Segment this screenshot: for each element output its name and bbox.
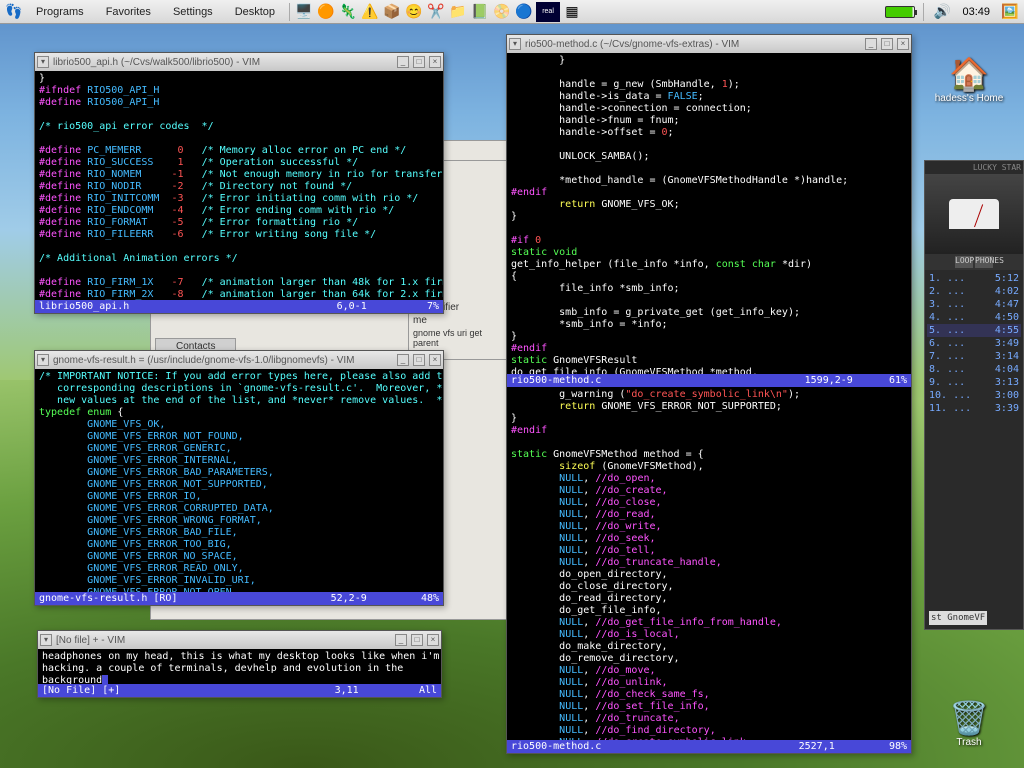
player-brand: LUCKY STAR <box>925 161 1023 174</box>
close-icon[interactable]: × <box>427 634 439 646</box>
close-icon[interactable]: × <box>897 38 909 50</box>
minimize-icon[interactable]: _ <box>865 38 877 50</box>
trash-icon[interactable]: 🗑️ Trash <box>934 699 1004 748</box>
playlist-row[interactable]: 5. ...4:55 <box>927 324 1021 337</box>
playlist-row[interactable]: 4. ...4:50 <box>927 311 1021 324</box>
vim-statusline: librio500_api.h 6,0-1 7% <box>35 300 443 313</box>
tray-icon[interactable]: ⚠️ <box>360 2 380 22</box>
window-title: rio500-method.c (~/Cvs/gnome-vfs-extras)… <box>525 39 861 50</box>
window-title: gnome-vfs-result.h = (/usr/include/gnome… <box>53 355 393 366</box>
player-footer: st GnomeVF <box>929 611 987 625</box>
window-menu-icon[interactable]: ▾ <box>37 56 49 68</box>
playlist-row[interactable]: 7. ...3:14 <box>927 350 1021 363</box>
playlist: 1. ...5:122. ...4:023. ...4:474. ...4:50… <box>925 270 1023 417</box>
tray-icon[interactable]: 🦎 <box>338 2 358 22</box>
vim-window-gnome-vfs-result[interactable]: ▾ gnome-vfs-result.h = (/usr/include/gno… <box>34 350 444 606</box>
media-player[interactable]: LUCKY STAR LOOP PHONES 1. ...5:122. ...4… <box>924 160 1024 630</box>
tray-icon[interactable]: 🖥️ <box>294 2 314 22</box>
list-item: me <box>409 314 507 327</box>
tray-icon[interactable]: 📁 <box>448 2 468 22</box>
phones-button[interactable]: PHONES <box>975 256 993 268</box>
close-icon[interactable]: × <box>429 354 441 366</box>
home-folder-icon[interactable]: 🏠 hadess's Home <box>934 55 1004 104</box>
tray-icon[interactable]: ✂️ <box>426 2 446 22</box>
vim-window-notes[interactable]: ▾ [No file] + - VIM _ □ × headphones on … <box>37 630 442 698</box>
vim-statusline: rio500-method.c 1599,2-9 61% <box>507 374 911 387</box>
playlist-row[interactable]: 8. ...4:04 <box>927 363 1021 376</box>
loop-button[interactable]: LOOP <box>955 256 973 268</box>
window-menu-icon[interactable]: ▾ <box>37 354 49 366</box>
minimize-icon[interactable]: _ <box>397 354 409 366</box>
vim-statusline: gnome-vfs-result.h [RO] 52,2-9 48% <box>35 592 443 605</box>
volume-icon[interactable]: 🔊 <box>932 2 952 22</box>
tray-icon[interactable]: ▦ <box>562 2 582 22</box>
playlist-row[interactable]: 6. ...3:49 <box>927 337 1021 350</box>
editor-pane[interactable]: } #ifndef RIO500_API_H #define RIO500_AP… <box>35 71 443 300</box>
minimize-icon[interactable]: _ <box>395 634 407 646</box>
tray-icon[interactable]: 📦 <box>382 2 402 22</box>
tray-icon[interactable]: 📗 <box>470 2 490 22</box>
playlist-row[interactable]: 9. ...3:13 <box>927 376 1021 389</box>
home-label: hadess's Home <box>934 93 1004 104</box>
playlist-row[interactable]: 10. ...3:00 <box>927 389 1021 402</box>
vim-statusline: [No File] [+] 3,11 All <box>38 684 441 697</box>
editor-pane[interactable]: headphones on my head, this is what my d… <box>38 649 441 684</box>
menu-desktop[interactable]: Desktop <box>225 3 285 21</box>
playlist-row[interactable]: 1. ...5:12 <box>927 272 1021 285</box>
tray-icon[interactable]: 🟠 <box>316 2 336 22</box>
window-title: librio500_api.h (~/Cvs/walk500/librio500… <box>53 57 393 68</box>
foot-menu-icon[interactable]: 👣 <box>4 2 24 22</box>
menu-favorites[interactable]: Favorites <box>96 3 161 21</box>
vu-meter-icon <box>949 199 999 229</box>
clock[interactable]: 03:49 <box>958 6 994 18</box>
window-menu-icon[interactable]: ▾ <box>40 634 52 646</box>
vim-window-rio500-method[interactable]: ▾ rio500-method.c (~/Cvs/gnome-vfs-extra… <box>506 34 912 754</box>
menu-programs[interactable]: Programs <box>26 3 94 21</box>
list-item: gnome vfs uri get parent <box>409 327 507 349</box>
editor-pane[interactable]: /* IMPORTANT NOTICE: If you add error ty… <box>35 369 443 592</box>
playlist-row[interactable]: 11. ...3:39 <box>927 402 1021 415</box>
tray-icon[interactable]: 📀 <box>492 2 512 22</box>
editor-pane[interactable]: g_warning ("do_create_symbolic_link\n");… <box>507 387 911 740</box>
playlist-row[interactable]: 2. ...4:02 <box>927 285 1021 298</box>
vim-window-librio500[interactable]: ▾ librio500_api.h (~/Cvs/walk500/librio5… <box>34 52 444 314</box>
editor-pane[interactable]: } handle = g_new (SmbHandle, 1); handle-… <box>507 53 911 374</box>
minimize-icon[interactable]: _ <box>397 56 409 68</box>
tray-icon[interactable]: 😊 <box>404 2 424 22</box>
window-title: [No file] + - VIM <box>56 635 391 646</box>
top-panel: 👣 Programs Favorites Settings Desktop 🖥️… <box>0 0 1024 24</box>
tray-icon[interactable]: 🔵 <box>514 2 534 22</box>
trash-label: Trash <box>934 737 1004 748</box>
close-icon[interactable]: × <box>429 56 441 68</box>
battery-icon[interactable] <box>885 6 915 18</box>
real-icon[interactable]: real <box>536 2 560 22</box>
playlist-row[interactable]: 3. ...4:47 <box>927 298 1021 311</box>
window-menu-icon[interactable]: ▾ <box>509 38 521 50</box>
maximize-icon[interactable]: □ <box>413 354 425 366</box>
menu-settings[interactable]: Settings <box>163 3 223 21</box>
maximize-icon[interactable]: □ <box>411 634 423 646</box>
tray-icon[interactable]: 🖼️ <box>1000 2 1020 22</box>
vim-statusline: rio500-method.c 2527,1 98% <box>507 740 911 753</box>
maximize-icon[interactable]: □ <box>881 38 893 50</box>
maximize-icon[interactable]: □ <box>413 56 425 68</box>
